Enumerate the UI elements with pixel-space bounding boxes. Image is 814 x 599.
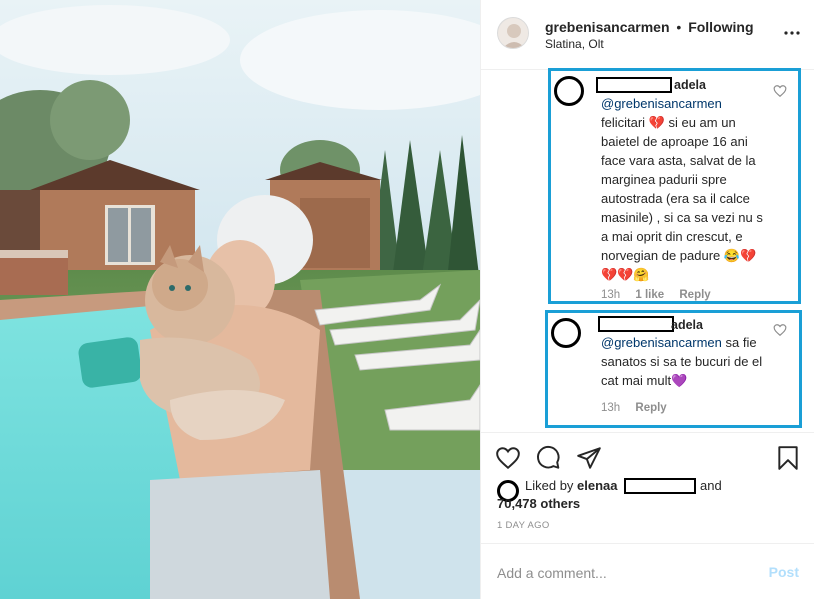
post-photo[interactable] [0,0,480,599]
likes-prefix: Liked by [525,478,574,493]
like-heart-icon[interactable] [495,445,521,471]
comment-meta: 13h Reply [601,402,679,414]
redacted-username [598,316,674,332]
comment-avatar[interactable] [554,76,584,106]
avatar-image [498,18,528,48]
post-comment-button[interactable]: Post [769,564,799,580]
redacted-username [596,77,672,93]
comment-emojis: 💜 [671,373,688,388]
likes-line: Liked by elenaa [525,478,618,493]
comment-bubble-icon[interactable] [535,445,561,471]
post-location[interactable]: Slatina, Olt [545,37,604,51]
comment-likes[interactable]: 1 like [635,289,664,301]
post-image [0,0,480,599]
comment-like-heart-icon[interactable] [773,323,787,337]
header-separator: • [676,19,682,35]
comment-reply-button[interactable]: Reply [635,402,666,414]
post-actions [481,432,814,482]
liker-username[interactable]: elenaa [577,478,617,493]
author-avatar[interactable] [497,17,529,49]
comment-avatar[interactable] [551,318,581,348]
add-comment-bar: Post [481,543,814,599]
comment-time[interactable]: 13h [601,402,620,414]
post-timestamp[interactable]: 1 DAY AGO [497,520,550,531]
comment-username[interactable]: adela [674,78,706,92]
comment-body: @grebenisancarmen felicitari 💔 si eu am … [601,94,766,284]
save-bookmark-icon[interactable] [775,445,801,471]
more-dots-icon[interactable] [783,24,801,42]
redacted-liker [624,478,696,494]
author-line: grebenisancarmen • Following [545,19,754,35]
share-paper-plane-icon[interactable] [576,445,602,471]
comment-mention[interactable]: @grebenisancarmen [601,96,722,111]
author-username[interactable]: grebenisancarmen [545,19,670,35]
comment-time[interactable]: 13h [601,289,620,301]
comment-text: felicitari 💔 si eu am un baietel de apro… [601,115,763,263]
comment-username[interactable]: adela [671,318,703,332]
follow-status[interactable]: Following [688,19,753,35]
comment-mention[interactable]: @grebenisancarmen [601,335,722,350]
comment-like-heart-icon[interactable] [773,84,787,98]
post-header: grebenisancarmen • Following Slatina, Ol… [481,0,814,70]
add-comment-input[interactable] [497,564,747,582]
comment-reply-button[interactable]: Reply [679,289,710,301]
comment-body: @grebenisancarmen sa fie sanatos si sa t… [601,333,766,390]
post-side-panel: grebenisancarmen • Following Slatina, Ol… [480,0,814,599]
likes-and: and [700,478,722,493]
comment-meta: 13h 1 like Reply [601,289,723,301]
likes-count[interactable]: 70,478 others [497,496,580,511]
